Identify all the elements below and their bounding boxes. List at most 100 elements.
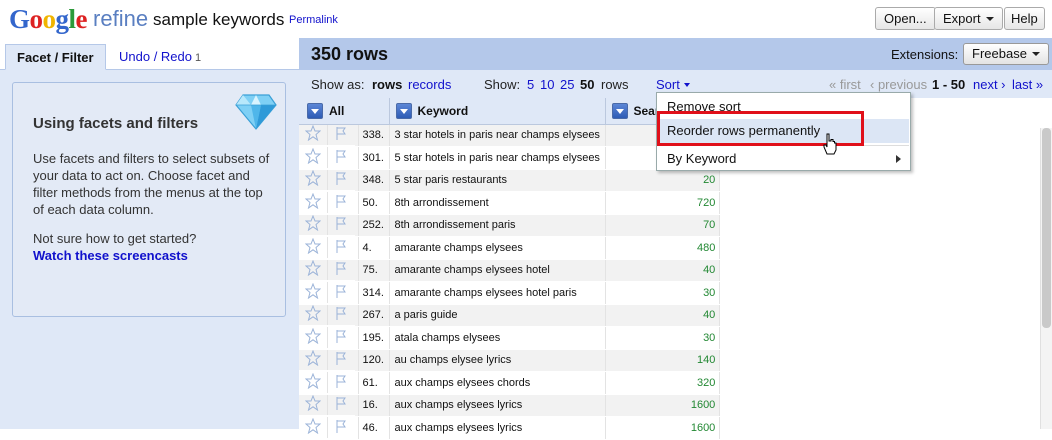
- star-icon[interactable]: [299, 214, 328, 236]
- search-volume-cell[interactable]: 140: [605, 349, 721, 372]
- menu-item-by-keyword-label: By Keyword: [667, 151, 737, 166]
- row-index: 301.: [358, 146, 390, 170]
- keyword-cell[interactable]: au champs elysee lyrics: [389, 349, 606, 372]
- keyword-cell[interactable]: aux champs elysees chords: [389, 371, 606, 395]
- screencasts-link[interactable]: Watch these screencasts: [33, 248, 188, 263]
- flag-icon[interactable]: [327, 169, 355, 191]
- star-icon[interactable]: [299, 282, 328, 304]
- refine-wordmark: refine: [93, 6, 149, 31]
- help-question: Not sure how to get started?: [33, 231, 197, 246]
- help-button[interactable]: Help: [1004, 7, 1045, 30]
- logo-letter: G: [9, 4, 30, 34]
- records-mode-link[interactable]: records: [408, 77, 451, 92]
- star-icon[interactable]: [299, 237, 328, 259]
- flag-icon[interactable]: [327, 282, 355, 304]
- star-icon[interactable]: [299, 417, 328, 439]
- flag-icon[interactable]: [327, 214, 355, 236]
- keyword-cell[interactable]: aux champs elysees lyrics: [389, 394, 606, 417]
- search-volume-cell[interactable]: 40: [605, 304, 721, 327]
- keyword-cell[interactable]: aux champs elysees lyrics: [389, 416, 606, 440]
- search-volume-cell[interactable]: 720: [605, 191, 721, 215]
- flag-icon[interactable]: [327, 349, 355, 371]
- column-menu-keyword-icon[interactable]: [395, 102, 412, 119]
- keyword-cell[interactable]: amarante champs elysees hotel: [389, 259, 606, 282]
- row-controls: [299, 214, 359, 237]
- google-refine-logo[interactable]: Google refine: [9, 4, 148, 34]
- search-volume-cell[interactable]: 480: [605, 236, 721, 260]
- flag-icon[interactable]: [327, 147, 355, 169]
- open-button[interactable]: Open...: [875, 7, 936, 30]
- row-index: 267.: [358, 304, 390, 327]
- keyword-cell[interactable]: 5 star hotels in paris near champs elyse…: [389, 146, 606, 170]
- search-volume-cell[interactable]: 40: [605, 259, 721, 282]
- keyword-cell[interactable]: 8th arrondissement paris: [389, 214, 606, 237]
- star-icon[interactable]: [299, 304, 328, 326]
- table-row: 348. 5 star paris restaurants 20: [299, 169, 721, 192]
- flag-icon[interactable]: [327, 259, 355, 281]
- first-page-link: « first: [829, 77, 861, 92]
- keyword-cell[interactable]: 5 star paris restaurants: [389, 169, 606, 192]
- page-size-25[interactable]: 25: [560, 77, 574, 92]
- rows-mode-current: rows: [372, 77, 403, 92]
- next-page-link[interactable]: next ›: [973, 77, 1006, 92]
- search-volume-cell[interactable]: 1600: [605, 416, 721, 440]
- keyword-cell[interactable]: a paris guide: [389, 304, 606, 327]
- page-size-5[interactable]: 5: [527, 77, 534, 92]
- flag-icon[interactable]: [327, 192, 355, 214]
- row-index: 314.: [358, 281, 390, 305]
- keyword-cell[interactable]: 8th arrondissement: [389, 191, 606, 215]
- search-volume-cell[interactable]: 1600: [605, 394, 721, 417]
- last-page-link[interactable]: last »: [1012, 77, 1043, 92]
- tab-undo-redo[interactable]: Undo / Redo 1: [108, 44, 212, 70]
- star-icon[interactable]: [299, 394, 328, 416]
- logo-letter: e: [75, 4, 88, 34]
- scrollbar-thumb[interactable]: [1042, 128, 1051, 328]
- keyword-cell[interactable]: amarante champs elysees: [389, 236, 606, 260]
- row-controls: [299, 349, 359, 372]
- tab-facet-filter[interactable]: Facet / Filter: [5, 44, 106, 70]
- star-icon[interactable]: [299, 349, 328, 371]
- star-icon[interactable]: [299, 327, 328, 349]
- star-icon[interactable]: [299, 192, 328, 214]
- star-icon[interactable]: [299, 169, 328, 191]
- row-controls: [299, 281, 359, 305]
- menu-item-by-keyword[interactable]: By Keyword: [658, 147, 909, 171]
- keyword-cell[interactable]: atala champs elysees: [389, 326, 606, 350]
- row-index: 75.: [358, 259, 390, 282]
- search-volume-cell[interactable]: 70: [605, 214, 721, 237]
- sort-label: Sort: [656, 77, 680, 92]
- flag-icon[interactable]: [327, 124, 355, 146]
- column-menu-search-icon[interactable]: [611, 102, 628, 119]
- row-controls: [299, 304, 359, 327]
- flag-icon[interactable]: [327, 417, 355, 439]
- export-button[interactable]: Export: [934, 7, 1003, 30]
- flag-icon[interactable]: [327, 304, 355, 326]
- search-volume-cell[interactable]: 30: [605, 326, 721, 350]
- flag-icon[interactable]: [327, 372, 355, 394]
- page-size-10[interactable]: 10: [540, 77, 554, 92]
- search-volume-cell[interactable]: 30: [605, 281, 721, 305]
- keyword-cell[interactable]: 3 star hotels in paris near champs elyse…: [389, 124, 606, 147]
- row-controls: [299, 146, 359, 170]
- star-icon[interactable]: [299, 259, 328, 281]
- project-name[interactable]: sample keywords: [153, 10, 284, 30]
- search-volume-cell[interactable]: 320: [605, 371, 721, 395]
- star-icon[interactable]: [299, 147, 328, 169]
- search-volume-cell[interactable]: 20: [605, 169, 721, 192]
- row-controls: [299, 259, 359, 282]
- permalink-link[interactable]: Permalink: [289, 14, 338, 26]
- star-icon[interactable]: [299, 372, 328, 394]
- flag-icon[interactable]: [327, 327, 355, 349]
- row-index: 16.: [358, 394, 390, 417]
- row-index: 195.: [358, 326, 390, 350]
- star-icon[interactable]: [299, 124, 328, 146]
- open-button-label: Open...: [884, 11, 927, 26]
- flag-icon[interactable]: [327, 237, 355, 259]
- sort-dropdown[interactable]: Sort: [656, 77, 691, 93]
- table-row: 46. aux champs elysees lyrics 1600: [299, 416, 721, 440]
- help-button-label: Help: [1011, 11, 1038, 26]
- column-menu-all-icon[interactable]: [307, 102, 323, 119]
- keyword-cell[interactable]: amarante champs elysees hotel paris: [389, 281, 606, 305]
- flag-icon[interactable]: [327, 394, 355, 416]
- extensions-freebase-button[interactable]: Freebase: [963, 43, 1049, 65]
